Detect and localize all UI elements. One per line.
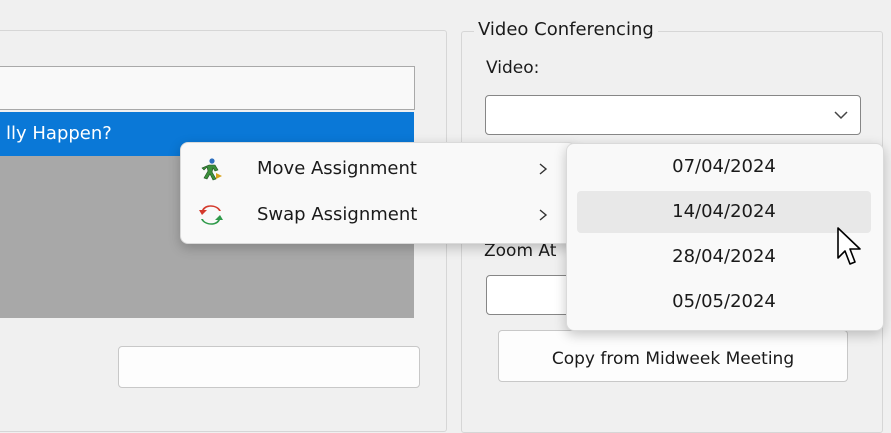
list-header-row[interactable]	[0, 66, 415, 110]
submenu-item-date[interactable]: 07/04/2024	[577, 146, 871, 188]
swap-assignment-icon	[199, 205, 223, 225]
menu-item-swap-assignment[interactable]: Swap Assignment	[189, 195, 567, 235]
chevron-right-icon	[539, 209, 548, 221]
submenu-item-date[interactable]: 28/04/2024	[577, 236, 871, 278]
video-label: Video:	[486, 58, 540, 78]
left-bottom-button[interactable]	[118, 346, 420, 388]
chevron-right-icon	[539, 163, 548, 175]
chevron-down-icon	[834, 111, 848, 120]
zoom-label: Zoom At	[484, 241, 557, 261]
move-assignment-icon	[201, 158, 222, 181]
submenu-item-date[interactable]: 14/04/2024	[577, 191, 871, 233]
menu-item-move-assignment[interactable]: Move Assignment	[189, 149, 567, 189]
submenu-item-date[interactable]: 05/05/2024	[577, 281, 871, 323]
mouse-pointer-icon	[837, 227, 861, 265]
video-dropdown[interactable]	[485, 95, 861, 135]
video-conferencing-title: Video Conferencing	[474, 19, 658, 40]
menu-item-label: Swap Assignment	[257, 204, 418, 225]
menu-item-label: Move Assignment	[257, 158, 417, 179]
copy-from-midweek-button[interactable]: Copy from Midweek Meeting	[498, 330, 848, 382]
context-menu: Move Assignment Swap Assignment	[180, 142, 576, 244]
